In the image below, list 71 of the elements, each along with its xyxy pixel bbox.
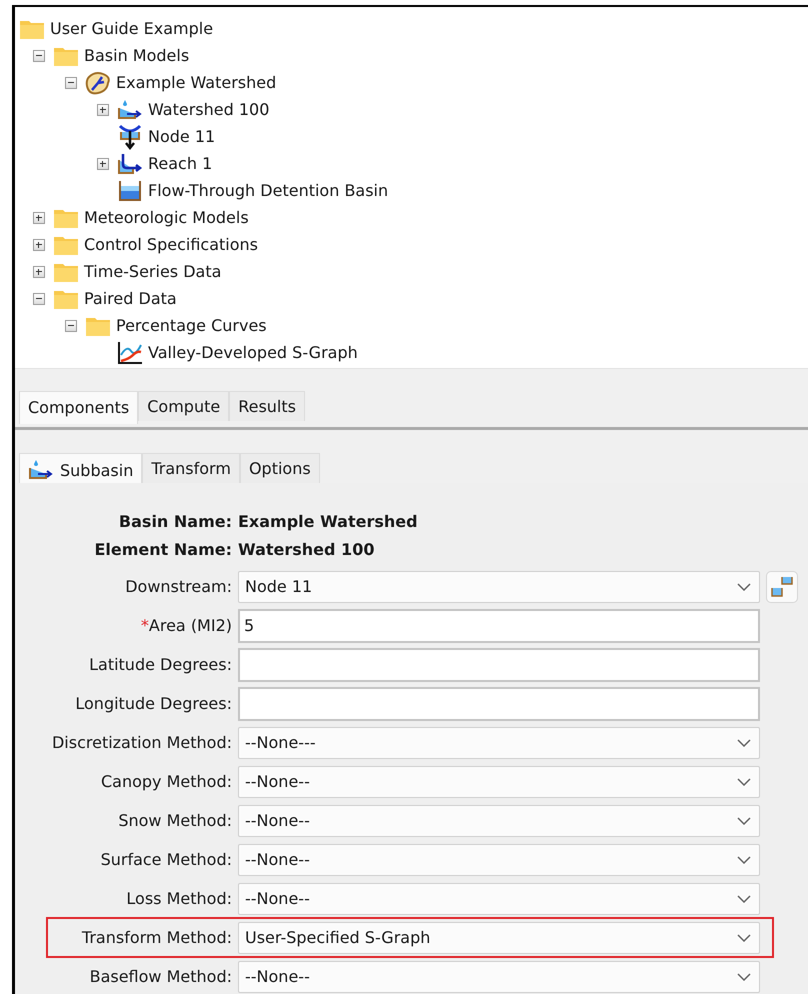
expand-toggle[interactable] — [33, 266, 45, 278]
field-label: Canopy Method: — [100, 772, 232, 791]
field-label: Baseflow Method: — [90, 967, 232, 986]
chevron-icon — [737, 582, 751, 590]
dropdown[interactable]: --None--- — [238, 726, 760, 758]
info-value: Example Watershed — [238, 512, 419, 530]
field-label: Latitude Degrees: — [89, 655, 232, 674]
subbasin-icon — [28, 458, 54, 482]
subbasin-icon — [117, 98, 143, 122]
field-label: Downstream: — [125, 577, 232, 596]
element-button[interactable] — [766, 570, 798, 602]
chevron-icon — [737, 894, 751, 902]
dropdown[interactable]: --None-- — [238, 766, 760, 798]
basins-icon — [770, 574, 794, 598]
collapse-toggle[interactable] — [33, 50, 45, 62]
tree-item[interactable]: Flow-Through Detention Basin — [148, 181, 388, 200]
tree-item[interactable]: Percentage Curves — [116, 316, 267, 335]
field-label: Transform Method: — [82, 928, 232, 947]
expand-toggle[interactable] — [97, 104, 109, 116]
dropdown[interactable]: --None-- — [238, 804, 760, 836]
tree-item[interactable]: Control Specifications — [84, 235, 258, 254]
reach-icon — [117, 152, 143, 176]
expand-toggle[interactable] — [97, 158, 109, 170]
field-label: Snow Method: — [118, 811, 232, 830]
tab[interactable]: Options — [240, 453, 320, 483]
tree-item[interactable]: Watershed 100 — [148, 100, 270, 119]
tab[interactable]: Results — [229, 390, 305, 421]
chevron-icon — [737, 972, 751, 980]
expand-toggle[interactable] — [33, 238, 45, 250]
tree-item[interactable]: User Guide Example — [50, 19, 214, 38]
field-label: *Area (MI2) — [140, 616, 232, 635]
field-label: Discretization Method: — [52, 733, 232, 752]
info-value: Watershed 100 — [238, 540, 376, 558]
expand-toggle[interactable] — [33, 212, 45, 224]
chevron-icon — [737, 816, 751, 824]
info-label: Basin Name: — [118, 512, 232, 530]
tree-item[interactable]: Basin Models — [84, 46, 190, 65]
dropdown[interactable]: --None-- — [238, 844, 760, 876]
collapse-toggle[interactable] — [65, 320, 77, 332]
junction-icon — [117, 124, 143, 150]
dropdown[interactable]: --None-- — [238, 882, 760, 914]
dropdown[interactable]: User-Specified S-Graph — [238, 922, 760, 954]
tree-item[interactable]: Reach 1 — [148, 154, 212, 173]
chevron-icon — [737, 934, 751, 942]
tab[interactable]: Transform — [142, 453, 240, 483]
chevron-icon — [737, 778, 751, 786]
tab[interactable]: Components — [19, 390, 138, 424]
dropdown[interactable]: --None-- — [238, 960, 760, 992]
tree-item[interactable]: Valley-Developed S-Graph — [148, 343, 358, 362]
field-label: Longitude Degrees: — [75, 694, 232, 713]
tree-item[interactable]: Meteorologic Models — [84, 208, 249, 227]
input-field[interactable] — [238, 686, 760, 720]
collapse-toggle[interactable] — [65, 76, 77, 88]
tree-item[interactable]: Time-Series Data — [84, 262, 222, 281]
input-field[interactable]: 5 — [238, 608, 760, 642]
tab[interactable]: Subbasin — [19, 453, 142, 486]
collapse-toggle[interactable] — [33, 292, 45, 304]
chevron-icon — [737, 738, 751, 746]
tree-item[interactable]: Paired Data — [84, 289, 177, 308]
reservoir-icon — [117, 178, 143, 202]
dropdown[interactable]: Node 11 — [238, 570, 760, 602]
field-label: Loss Method: — [126, 889, 232, 908]
input-field[interactable] — [238, 648, 760, 682]
watershed-icon — [85, 70, 111, 94]
chevron-icon — [737, 856, 751, 864]
tree-item[interactable]: Example Watershed — [116, 73, 276, 92]
tree-item[interactable]: Node 11 — [148, 127, 216, 146]
curve-chart-icon — [117, 340, 143, 364]
tab[interactable]: Compute — [138, 390, 230, 421]
field-label: Surface Method: — [100, 850, 232, 869]
info-label: Element Name: — [94, 540, 232, 558]
